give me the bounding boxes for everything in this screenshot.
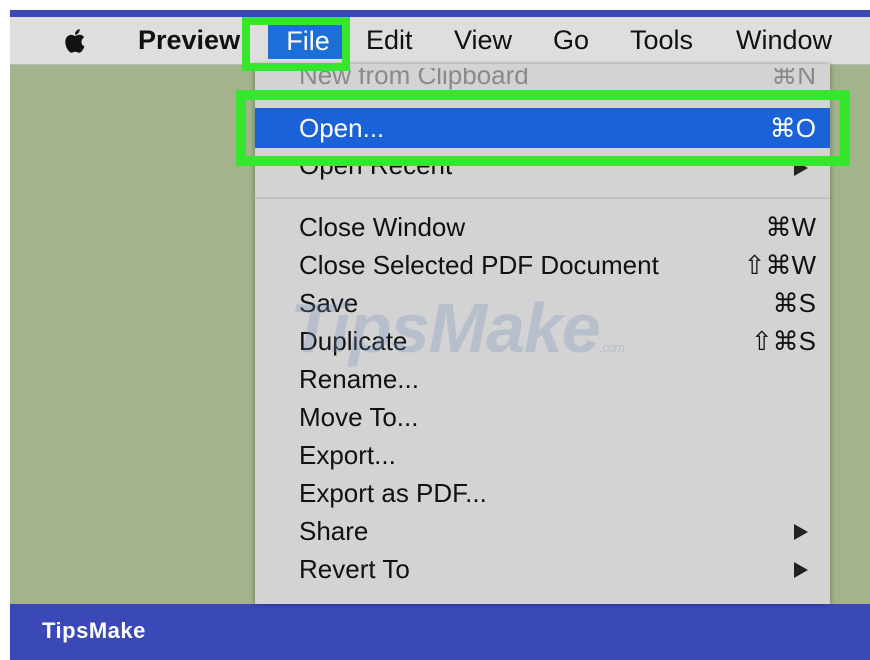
menu-item-export-as-pdf[interactable]: Export as PDF... bbox=[255, 474, 830, 512]
menubar-edit[interactable]: Edit bbox=[366, 17, 413, 64]
menu-item-share[interactable]: Share bbox=[255, 512, 830, 550]
menubar-go[interactable]: Go bbox=[553, 17, 589, 64]
file-menu-highlight-box bbox=[242, 17, 350, 71]
apple-logo-icon bbox=[65, 28, 85, 53]
menu-item-label: Share bbox=[299, 516, 369, 546]
menu-item-label: New from Clipboard bbox=[299, 68, 529, 90]
submenu-arrow-icon bbox=[794, 524, 808, 540]
menu-bar: Preview File Edit View Go Tools Window bbox=[10, 17, 870, 65]
menubar-window[interactable]: Window bbox=[736, 17, 832, 64]
menu-item-label: Export... bbox=[299, 440, 396, 470]
menu-item-shortcut: ⇧⌘S bbox=[750, 326, 816, 356]
menu-item-export[interactable]: Export... bbox=[255, 436, 830, 474]
menu-item-move-to[interactable]: Move To... bbox=[255, 398, 830, 436]
menu-item-label: Move To... bbox=[299, 402, 419, 432]
menu-item-label: Close Window bbox=[299, 212, 466, 242]
menu-item-label: Revert To bbox=[299, 554, 410, 584]
watermark-text: TipsMake bbox=[290, 289, 601, 367]
menu-item-label: Export as PDF... bbox=[299, 478, 487, 508]
menu-item-label: Close Selected PDF Document bbox=[299, 250, 659, 280]
watermark-suffix: .com bbox=[599, 340, 625, 355]
menu-item-shortcut: ⇧⌘W bbox=[743, 250, 816, 280]
menu-item-close-selected-pdf[interactable]: Close Selected PDF Document ⇧⌘W bbox=[255, 246, 830, 284]
submenu-arrow-icon bbox=[794, 562, 808, 578]
menu-item-shortcut: ⌘N bbox=[771, 68, 816, 90]
menubar-tools[interactable]: Tools bbox=[630, 17, 693, 64]
menubar-view[interactable]: View bbox=[454, 17, 512, 64]
footer-brand: TipsMake bbox=[42, 618, 146, 643]
menu-item-revert-to[interactable]: Revert To bbox=[255, 550, 830, 588]
apple-menu[interactable] bbox=[62, 17, 88, 64]
menu-item-shortcut: ⌘W bbox=[765, 212, 816, 242]
watermark: TipsMake.com bbox=[290, 288, 625, 368]
menubar-app-name[interactable]: Preview bbox=[138, 17, 240, 64]
menu-item-new-from-clipboard[interactable]: New from Clipboard ⌘N bbox=[255, 68, 830, 90]
menu-item-close-window[interactable]: Close Window ⌘W bbox=[255, 208, 830, 246]
menu-separator bbox=[255, 197, 830, 199]
menu-item-shortcut: ⌘S bbox=[772, 288, 816, 318]
open-item-highlight-box bbox=[236, 90, 850, 166]
